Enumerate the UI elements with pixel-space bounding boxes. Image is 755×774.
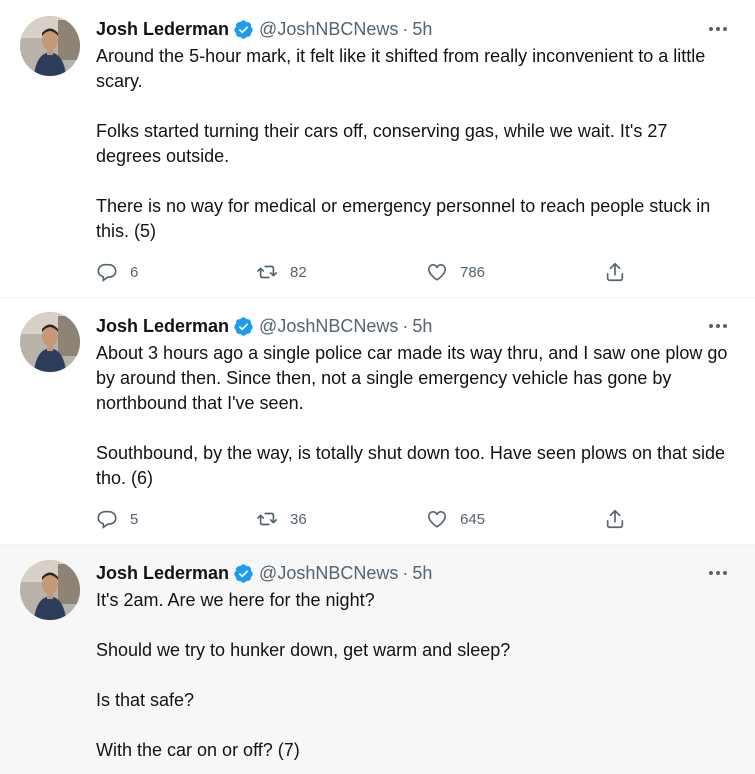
tweet-text: About 3 hours ago a single police car ma… [96, 341, 736, 491]
share-icon [606, 509, 624, 529]
tweet[interactable]: Josh Lederman @JoshNBCNews · 5h Around t… [0, 0, 755, 298]
tweet[interactable]: Josh Lederman @JoshNBCNews · 5h It's 2am… [0, 545, 755, 774]
tweet-paragraph: Should we try to hunker down, get warm a… [96, 640, 511, 660]
tweet-paragraph: About 3 hours ago a single police car ma… [96, 343, 728, 413]
tweet-actions: 6 82 786 [96, 260, 636, 284]
retweet-icon [257, 265, 277, 279]
tweet-paragraph: With the car on or off? (7) [96, 740, 300, 760]
tweet-paragraph: Southbound, by the way, is totally shut … [96, 443, 726, 488]
share-icon [606, 262, 624, 282]
tweet-paragraph: Around the 5-hour mark, it felt like it … [96, 46, 706, 91]
tweet-text: It's 2am. Are we here for the night? Sho… [96, 588, 736, 763]
like-count: 645 [460, 510, 486, 528]
reply-button[interactable]: 5 [96, 507, 138, 531]
retweet-button[interactable]: 36 [256, 507, 307, 531]
like-count: 786 [460, 263, 486, 281]
retweet-count: 82 [290, 263, 307, 281]
tweet-paragraph: Is that safe? [96, 690, 195, 710]
tweet-header: Josh Lederman @JoshNBCNews · 5h [96, 562, 432, 584]
tweet[interactable]: Josh Lederman @JoshNBCNews · 5h About 3 … [0, 298, 755, 545]
timestamp[interactable]: 5h [412, 562, 432, 584]
retweet-count: 36 [290, 510, 307, 528]
tweet-actions: 5 36 645 [96, 507, 636, 531]
reply-button[interactable]: 6 [96, 260, 138, 284]
avatar[interactable] [20, 16, 80, 76]
separator: · [402, 563, 409, 583]
tweet-text: Around the 5-hour mark, it felt like it … [96, 44, 736, 244]
avatar[interactable] [20, 312, 80, 372]
share-button[interactable] [604, 507, 626, 531]
reply-count: 6 [130, 263, 139, 281]
heart-icon [427, 511, 447, 528]
author-handle[interactable]: @JoshNBCNews [259, 315, 398, 337]
more-dots-icon[interactable] [707, 562, 729, 584]
timestamp[interactable]: 5h [412, 315, 432, 337]
tweet-paragraph: It's 2am. Are we here for the night? [96, 590, 375, 610]
author-handle[interactable]: @JoshNBCNews [259, 18, 398, 40]
author-name[interactable]: Josh Lederman [96, 315, 229, 337]
timestamp[interactable]: 5h [412, 18, 432, 40]
verified-badge-icon [233, 563, 254, 584]
more-dots-icon[interactable] [707, 18, 729, 40]
retweet-icon [257, 512, 277, 526]
retweet-button[interactable]: 82 [256, 260, 307, 284]
author-handle[interactable]: @JoshNBCNews [259, 562, 398, 584]
author-name[interactable]: Josh Lederman [96, 18, 229, 40]
like-button[interactable]: 786 [426, 260, 485, 284]
reply-icon [97, 510, 117, 529]
reply-icon [97, 263, 117, 282]
like-button[interactable]: 645 [426, 507, 485, 531]
heart-icon [427, 264, 447, 281]
author-name[interactable]: Josh Lederman [96, 562, 229, 584]
tweet-thread: Josh Lederman @JoshNBCNews · 5h Around t… [0, 0, 755, 774]
reply-count: 5 [130, 510, 139, 528]
tweet-paragraph: Folks started turning their cars off, co… [96, 121, 668, 166]
separator: · [402, 19, 409, 39]
avatar[interactable] [20, 560, 80, 620]
verified-badge-icon [233, 316, 254, 337]
tweet-header: Josh Lederman @JoshNBCNews · 5h [96, 18, 432, 40]
separator: · [402, 316, 409, 336]
verified-badge-icon [233, 19, 254, 40]
tweet-paragraph: There is no way for medical or emergency… [96, 196, 711, 241]
tweet-header: Josh Lederman @JoshNBCNews · 5h [96, 315, 432, 337]
share-button[interactable] [604, 260, 626, 284]
more-dots-icon[interactable] [707, 315, 729, 337]
